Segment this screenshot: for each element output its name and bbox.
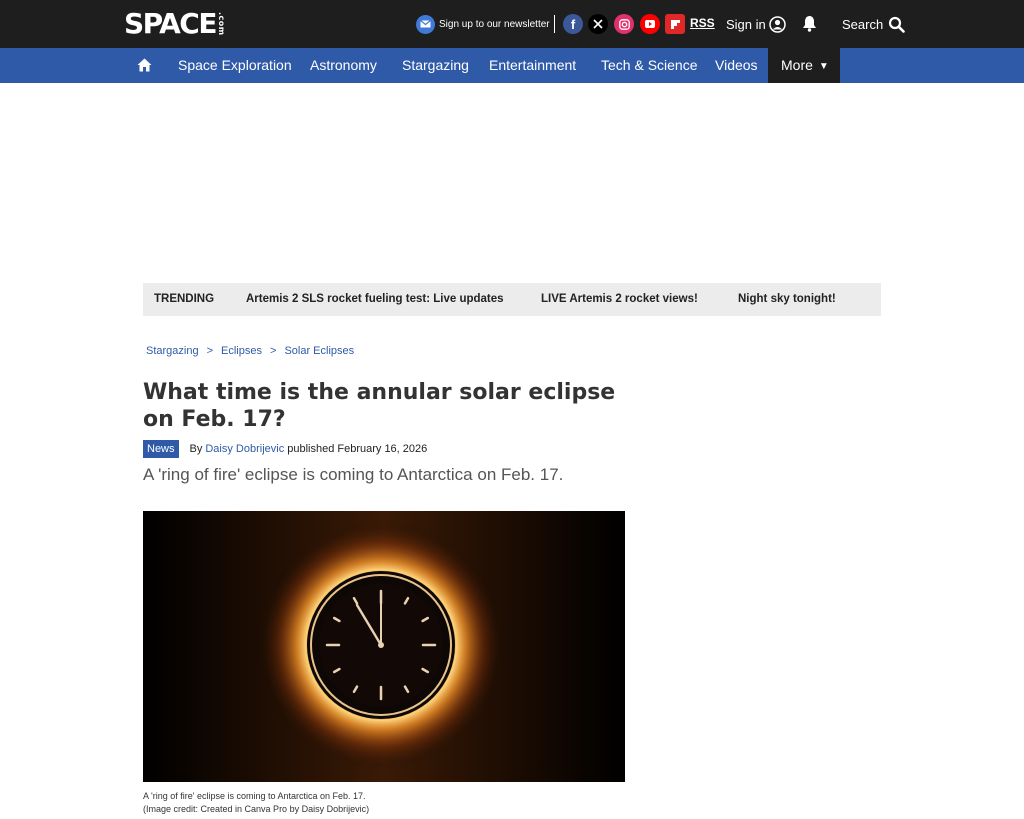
main-nav: Space Exploration Astronomy Stargazing E…	[0, 48, 1024, 83]
caret-down-icon: ▼	[818, 61, 829, 72]
breadcrumb-eclipses[interactable]: Eclipses	[221, 345, 262, 357]
sign-in-button[interactable]: Sign in	[726, 14, 786, 34]
trending-link[interactable]: Night sky tonight!	[738, 283, 836, 316]
byline-by: By	[189, 443, 203, 455]
nav-entertainment[interactable]: Entertainment	[489, 48, 576, 83]
search-label: Search	[842, 16, 884, 32]
sign-in-label: Sign in	[726, 16, 766, 32]
space-logo[interactable]: SPACE .com	[124, 8, 226, 40]
logo-suffix: .com	[216, 12, 226, 36]
nav-tech-science[interactable]: Tech & Science	[601, 48, 698, 83]
mail-icon	[416, 14, 435, 34]
x-icon[interactable]	[588, 14, 608, 34]
news-badge[interactable]: News	[143, 440, 179, 458]
nav-astronomy[interactable]: Astronomy	[310, 48, 377, 83]
nav-stargazing[interactable]: Stargazing	[402, 48, 469, 83]
more-label: More	[781, 57, 813, 73]
facebook-icon[interactable]: f	[563, 14, 583, 34]
home-icon[interactable]	[137, 58, 152, 77]
logo-text: SPACE	[124, 7, 217, 40]
rss-link[interactable]: RSS	[690, 16, 715, 30]
youtube-icon[interactable]	[640, 14, 660, 34]
breadcrumb-solar-eclipses[interactable]: Solar Eclipses	[284, 345, 354, 357]
article-title: What time is the annular solar eclipse o…	[143, 380, 616, 432]
byline: News By Daisy Dobrijevic published Febru…	[143, 440, 427, 458]
newsletter-signup[interactable]: Sign up to our newsletter	[416, 14, 555, 34]
flipboard-icon[interactable]	[665, 14, 685, 34]
image-credit: (Image credit: Created in Canva Pro by D…	[143, 804, 370, 814]
trending-link[interactable]: LIVE Artemis 2 rocket views!	[541, 283, 698, 316]
breadcrumb-stargazing[interactable]: Stargazing	[146, 345, 199, 357]
hero-image	[143, 511, 625, 782]
newsletter-label: Sign up to our newsletter	[439, 18, 550, 30]
image-caption: A 'ring of fire' eclipse is coming to An…	[143, 790, 369, 816]
trending-bar: TRENDING Artemis 2 SLS rocket fueling te…	[143, 283, 881, 316]
publish-date: published February 16, 2026	[287, 443, 428, 455]
article-strapline: A 'ring of fire' eclipse is coming to An…	[143, 465, 564, 484]
instagram-icon[interactable]	[614, 14, 634, 34]
search-icon	[889, 16, 906, 33]
caption-text: A 'ring of fire' eclipse is coming to An…	[143, 791, 366, 801]
nav-more-button[interactable]: More ▼	[768, 48, 840, 83]
divider	[553, 15, 555, 33]
eclipse-clock-illustration	[143, 511, 625, 782]
breadcrumb-separator: >	[206, 345, 214, 357]
nav-videos[interactable]: Videos	[715, 48, 758, 83]
breadcrumb-separator: >	[270, 345, 277, 357]
search-button[interactable]: Search	[842, 14, 906, 34]
author-link[interactable]: Daisy Dobrijevic	[205, 443, 284, 455]
top-header: SPACE .com Sign up to our newsletter f R…	[0, 0, 1024, 48]
bell-icon[interactable]	[802, 15, 817, 37]
nav-space-exploration[interactable]: Space Exploration	[178, 48, 292, 83]
breadcrumb: Stargazing > Eclipses > Solar Eclipses	[146, 345, 354, 357]
trending-link[interactable]: Artemis 2 SLS rocket fueling test: Live …	[246, 283, 504, 316]
trending-label: TRENDING	[154, 293, 215, 305]
user-icon	[769, 15, 786, 33]
